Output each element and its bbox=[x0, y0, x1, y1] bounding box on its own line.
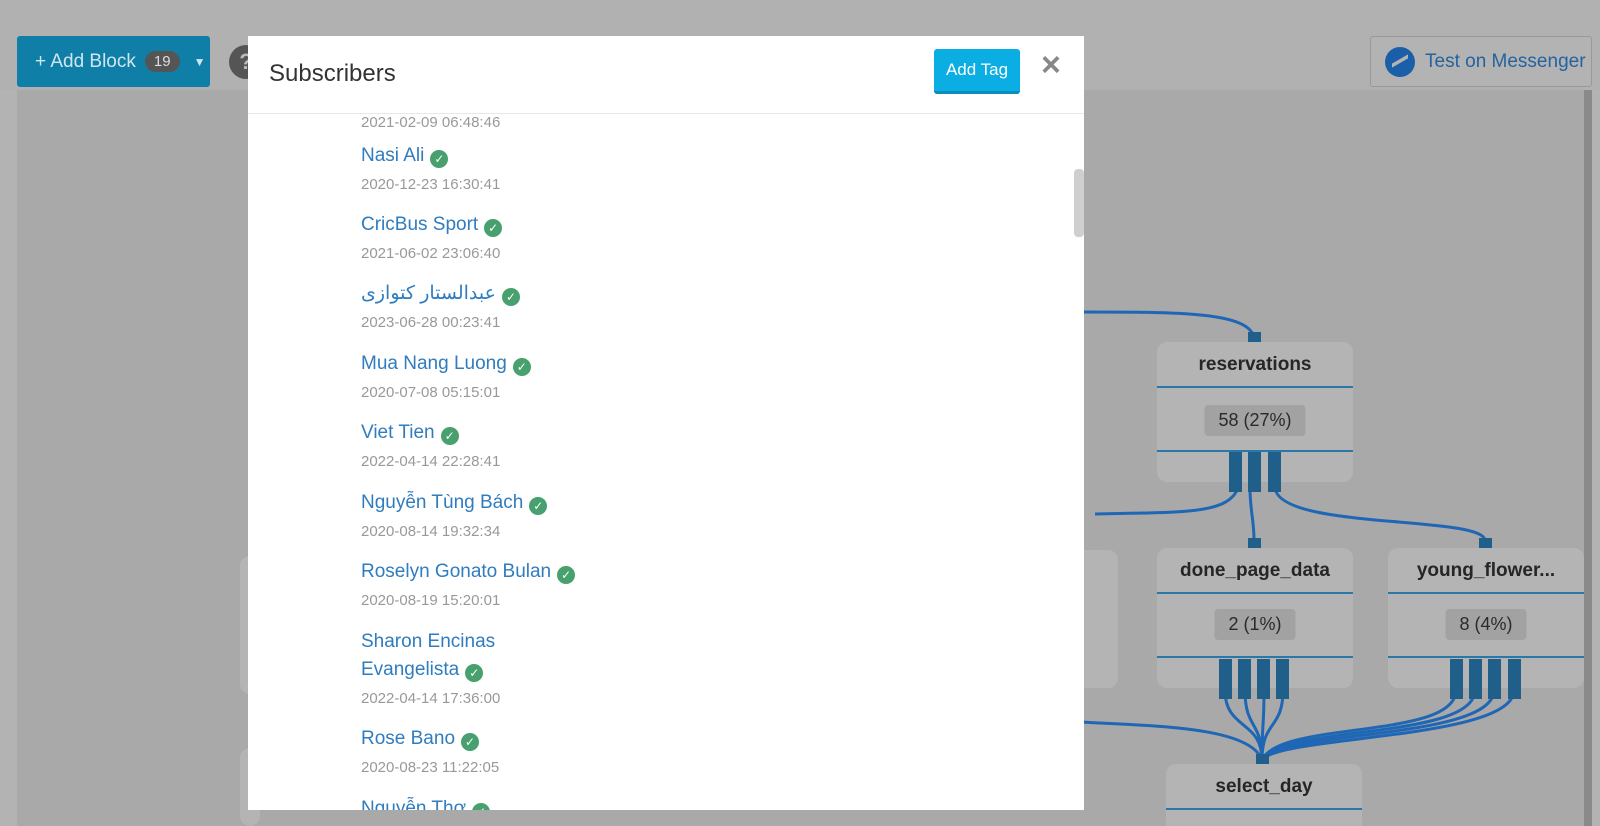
list-item: Roselyn Gonato Bulan ✓ 2020-08-19 15:20:0… bbox=[361, 558, 576, 610]
list-item: Rose Bano ✓ 2020-08-23 11:22:05 bbox=[361, 725, 499, 777]
divider bbox=[1166, 808, 1362, 810]
subscriber-name[interactable]: عبدالستار کتوازی bbox=[361, 283, 496, 304]
flow-block-done-page-data[interactable]: done_page_data 2 (1%) bbox=[1157, 548, 1353, 688]
check-circle-icon: ✓ bbox=[465, 664, 484, 682]
connector-to-reservations bbox=[1079, 310, 1256, 339]
list-item: Sharon Encinas Evangelista ✓ 2022-04-14 1… bbox=[361, 628, 500, 708]
flow-block-young-flower[interactable]: young_flower... 8 (4%) bbox=[1388, 548, 1584, 688]
subscriber-date: 2020-08-14 19:32:34 bbox=[361, 523, 501, 540]
modal-title: Subscribers bbox=[269, 60, 396, 87]
subscriber-list[interactable]: 2021-02-09 06:48:46 Nasi Ali ✓ 2020-12-23… bbox=[248, 115, 1084, 810]
output-port[interactable] bbox=[1248, 452, 1261, 492]
list-item: Mua Nang Luong ✓ 2020-07-08 05:15:01 bbox=[361, 350, 531, 402]
list-item: Nasi Ali ✓ 2020-12-23 16:30:41 bbox=[361, 142, 500, 194]
list-item: عبدالستار کتوازی ✓ 2023-06-28 00:23:41 bbox=[361, 280, 520, 332]
flow-block-select-day[interactable]: select_day bbox=[1166, 764, 1362, 826]
check-circle-icon: ✓ bbox=[512, 358, 531, 376]
check-circle-icon: ✓ bbox=[501, 288, 520, 306]
subscriber-date: 2020-12-23 16:30:41 bbox=[361, 176, 501, 193]
subscriber-name[interactable]: Mua Nang Luong bbox=[361, 353, 507, 374]
output-port[interactable] bbox=[1238, 659, 1251, 699]
subscriber-date: 2023-06-28 00:23:41 bbox=[361, 314, 501, 331]
subscriber-date: 2020-08-19 15:20:01 bbox=[361, 592, 501, 609]
subscriber-name-line1[interactable]: Sharon Encinas bbox=[361, 631, 495, 652]
check-circle-icon: ✓ bbox=[557, 566, 576, 584]
list-item: Nguyễn Tùng Bách ✓ 2020-08-14 19:32:34 bbox=[361, 489, 548, 541]
connector-reservations-young bbox=[1273, 487, 1487, 541]
divider bbox=[1157, 592, 1353, 594]
subscriber-date: 2022-04-14 22:28:41 bbox=[361, 453, 501, 470]
subscriber-date: 2021-02-09 06:48:46 bbox=[361, 115, 501, 131]
list-item: Viet Tien ✓ 2022-04-14 22:28:41 bbox=[361, 419, 500, 471]
subscriber-name[interactable]: Rose Bano bbox=[361, 728, 455, 749]
subscriber-date: 2020-08-23 11:22:05 bbox=[361, 759, 500, 776]
subscriber-name[interactable]: CricBus Sport bbox=[361, 214, 478, 235]
check-circle-icon: ✓ bbox=[440, 427, 459, 445]
subscriber-date: 2021-06-02 23:06:40 bbox=[361, 245, 501, 262]
output-port[interactable] bbox=[1450, 659, 1463, 699]
list-item: Nguyễn Thơ ✓ bbox=[361, 795, 491, 810]
subscriber-name[interactable]: Viet Tien bbox=[361, 422, 435, 443]
subscriber-name[interactable]: Nasi Ali bbox=[361, 145, 424, 166]
modal-header: Subscribers Add Tag × bbox=[248, 36, 1084, 114]
check-circle-icon: ✓ bbox=[529, 497, 548, 515]
close-icon[interactable]: × bbox=[1041, 46, 1061, 85]
subscriber-name[interactable]: Nguyễn Thơ bbox=[361, 798, 466, 810]
check-circle-icon: ✓ bbox=[472, 803, 491, 810]
divider bbox=[1388, 592, 1584, 594]
check-circle-icon: ✓ bbox=[461, 733, 480, 751]
check-circle-icon: ✓ bbox=[484, 219, 503, 237]
block-count: 58 (27%) bbox=[1204, 405, 1306, 436]
subscribers-modal: Subscribers Add Tag × 2021-02-09 06:48:4… bbox=[248, 36, 1084, 810]
divider bbox=[1388, 656, 1584, 658]
block-title: reservations bbox=[1198, 354, 1312, 375]
block-count: 2 (1%) bbox=[1214, 609, 1296, 640]
divider bbox=[1157, 386, 1353, 388]
subscriber-name[interactable]: Nguyễn Tùng Bách bbox=[361, 492, 523, 513]
list-item: 2021-02-09 06:48:46 bbox=[361, 115, 500, 132]
subscriber-name[interactable]: Roselyn Gonato Bulan bbox=[361, 561, 551, 582]
divider bbox=[1157, 656, 1353, 658]
output-port[interactable] bbox=[1257, 659, 1270, 699]
output-port[interactable] bbox=[1268, 452, 1281, 492]
check-circle-icon: ✓ bbox=[430, 150, 449, 168]
output-port[interactable] bbox=[1488, 659, 1501, 699]
block-title: select_day bbox=[1215, 776, 1313, 797]
output-port[interactable] bbox=[1469, 659, 1482, 699]
list-item: CricBus Sport ✓ 2021-06-02 23:06:40 bbox=[361, 211, 503, 263]
output-port[interactable] bbox=[1219, 659, 1232, 699]
modal-scrollbar-thumb[interactable] bbox=[1074, 169, 1084, 237]
output-port[interactable] bbox=[1229, 452, 1242, 492]
add-tag-button[interactable]: Add Tag bbox=[934, 49, 1020, 94]
output-port[interactable] bbox=[1508, 659, 1521, 699]
subscriber-date: 2020-07-08 05:15:01 bbox=[361, 384, 501, 401]
subscriber-name-line2[interactable]: Evangelista bbox=[361, 659, 459, 680]
connector-left-select bbox=[1079, 720, 1264, 761]
block-title: young_flower... bbox=[1416, 560, 1556, 581]
connector-reservations-done bbox=[1248, 487, 1256, 541]
block-title: done_page_data bbox=[1180, 560, 1330, 581]
block-count: 8 (4%) bbox=[1445, 609, 1527, 640]
subscriber-date: 2022-04-14 17:36:00 bbox=[361, 690, 501, 707]
connector-reservations-left bbox=[1094, 487, 1240, 516]
output-port[interactable] bbox=[1276, 659, 1289, 699]
connector-young-select-c bbox=[1260, 689, 1496, 761]
